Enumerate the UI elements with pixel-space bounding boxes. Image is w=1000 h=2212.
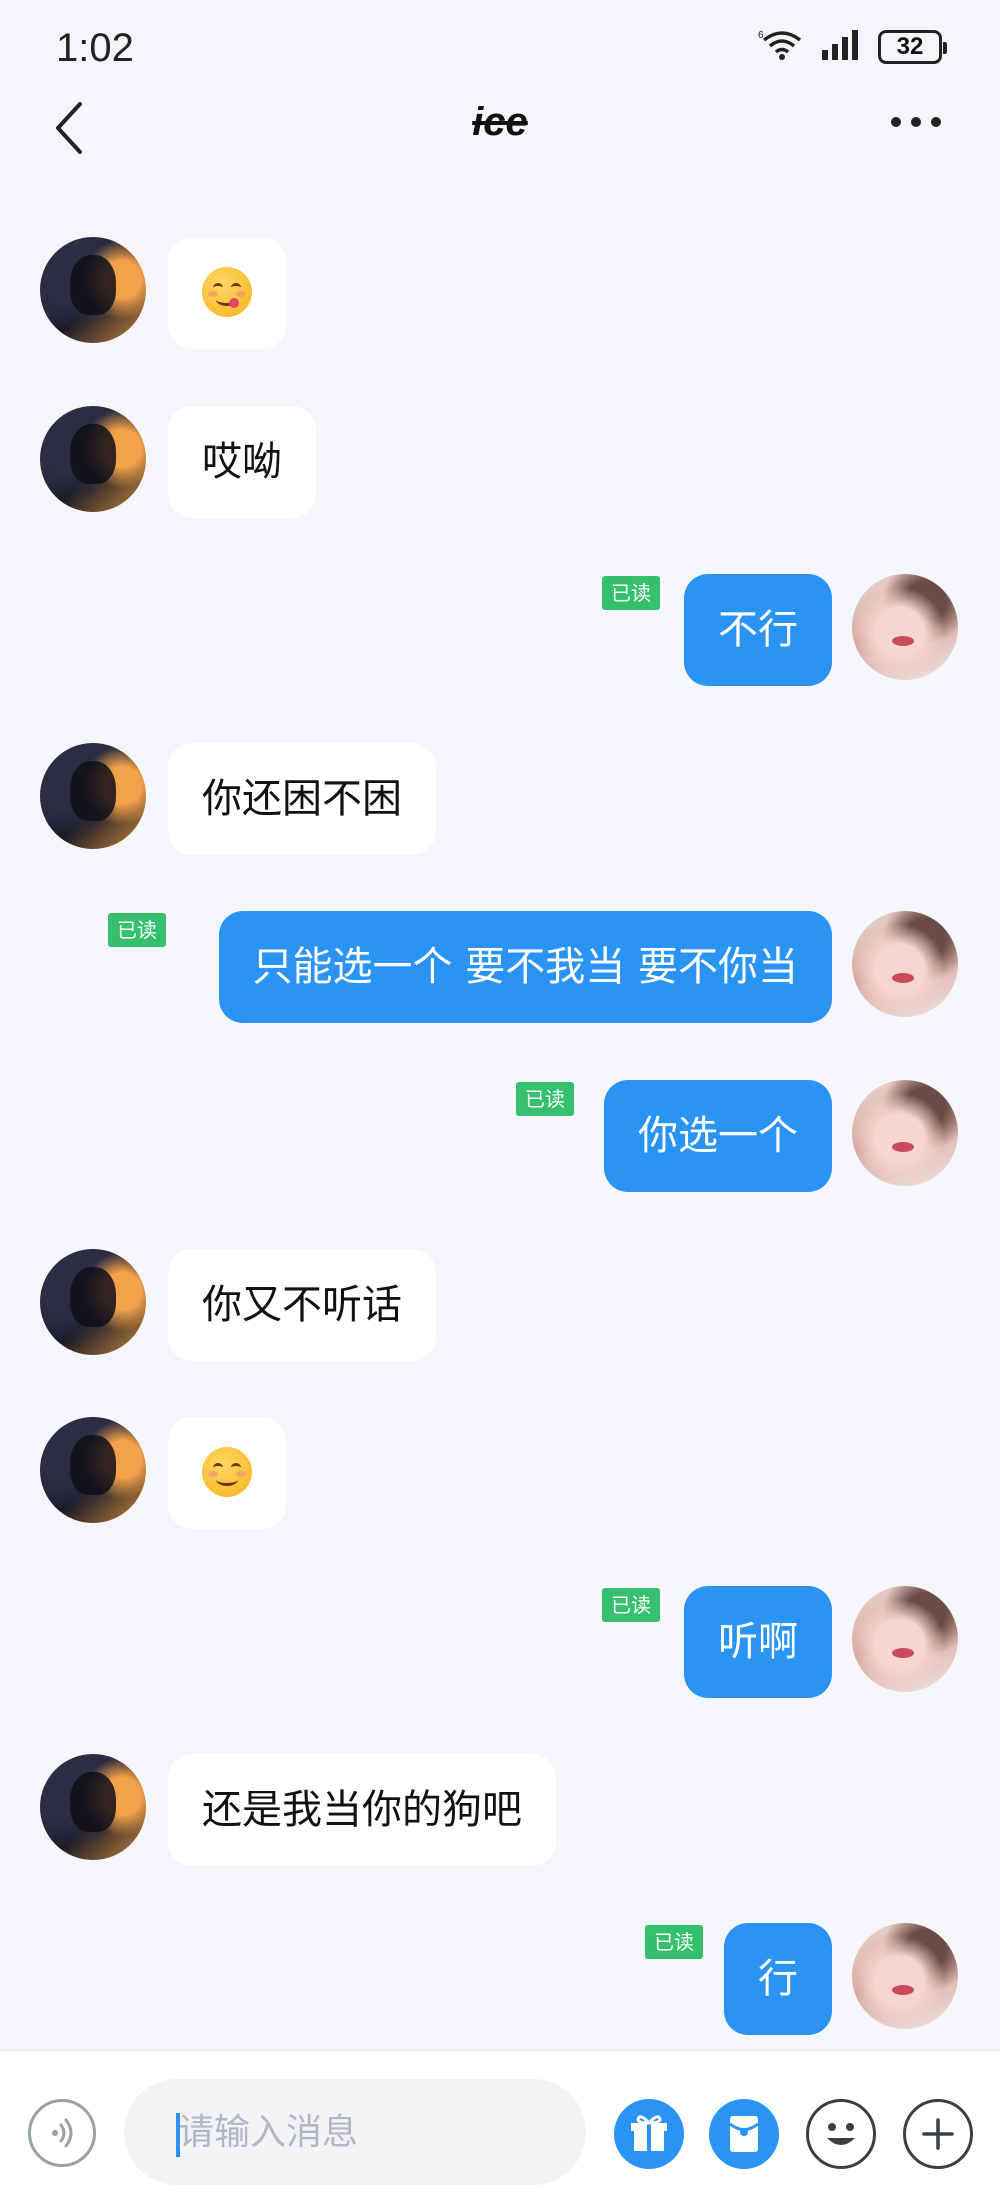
- read-receipt-badge: 已读: [516, 1082, 574, 1116]
- red-packet-button[interactable]: [709, 2099, 779, 2169]
- contact-avatar[interactable]: [40, 406, 146, 512]
- message-bubble[interactable]: [168, 1417, 286, 1529]
- read-receipt-badge: 已读: [602, 576, 660, 610]
- message-row-received: [0, 1417, 1000, 1529]
- message-bubble[interactable]: 哎呦: [168, 406, 316, 518]
- my-avatar[interactable]: [852, 574, 958, 680]
- message-bubble[interactable]: 行: [724, 1923, 832, 2035]
- yum-face-emoji-icon: [202, 267, 252, 317]
- plus-icon: [922, 2118, 954, 2150]
- emoji-button[interactable]: [806, 2099, 876, 2169]
- read-receipt-badge: 已读: [645, 1925, 703, 1959]
- battery-icon: 32: [878, 30, 947, 64]
- status-bar: 1:02 6 32: [0, 0, 1000, 100]
- message-row-received: 还是我当你的狗吧: [0, 1754, 1000, 1866]
- my-avatar[interactable]: [852, 1923, 958, 2029]
- smiling-face-emoji-icon: [202, 1447, 252, 1497]
- red-packet-icon: [729, 2116, 759, 2152]
- message-row-received: [0, 237, 1000, 349]
- read-receipt-badge: 已读: [602, 1588, 660, 1622]
- message-row-received: 你还困不困: [0, 743, 1000, 855]
- message-row-sent: 已读 你选一个: [0, 1080, 1000, 1192]
- message-bubble[interactable]: [168, 237, 286, 349]
- contact-avatar[interactable]: [40, 743, 146, 849]
- signal-icon: [820, 28, 864, 66]
- message-bubble[interactable]: 听啊: [684, 1586, 832, 1698]
- chat-title: ice: [472, 100, 528, 144]
- message-bubble[interactable]: 你又不听话: [168, 1249, 436, 1361]
- more-button[interactable]: [888, 112, 944, 132]
- text-cursor: [176, 2113, 180, 2157]
- svg-text:6: 6: [758, 30, 764, 41]
- message-bubble[interactable]: 还是我当你的狗吧: [168, 1754, 556, 1866]
- message-row-received: 你又不听话: [0, 1249, 1000, 1361]
- battery-level: 32: [896, 33, 924, 60]
- message-row-sent: 已读 不行: [0, 574, 1000, 686]
- more-actions-button[interactable]: [903, 2099, 973, 2169]
- input-bar: [0, 2050, 1000, 2212]
- chat-header: ice: [0, 100, 1000, 250]
- message-input[interactable]: [124, 2079, 586, 2185]
- gift-button[interactable]: [614, 2099, 684, 2169]
- contact-avatar[interactable]: [40, 1249, 146, 1355]
- read-receipt-badge: 已读: [108, 913, 166, 947]
- contact-avatar[interactable]: [40, 237, 146, 343]
- message-row-received: 哎呦: [0, 406, 1000, 518]
- voice-button[interactable]: [28, 2099, 96, 2167]
- message-bubble[interactable]: 你选一个: [604, 1080, 832, 1192]
- message-row-sent: 已读 只能选一个 要不我当 要不你当: [0, 911, 1000, 1023]
- wifi-icon: 6: [758, 28, 806, 66]
- message-bubble[interactable]: 你还困不困: [168, 743, 436, 855]
- status-icons: 6 32: [758, 28, 947, 66]
- my-avatar[interactable]: [852, 911, 958, 1017]
- my-avatar[interactable]: [852, 1080, 958, 1186]
- my-avatar[interactable]: [852, 1586, 958, 1692]
- message-bubble[interactable]: 只能选一个 要不我当 要不你当: [218, 911, 832, 1023]
- voice-icon: [52, 2118, 73, 2148]
- smiley-icon: [827, 2123, 855, 2145]
- contact-avatar[interactable]: [40, 1417, 146, 1523]
- contact-avatar[interactable]: [40, 1754, 146, 1860]
- more-dots-icon: [891, 117, 941, 127]
- status-time: 1:02: [56, 26, 134, 70]
- message-row-sent: 已读 听啊: [0, 1586, 1000, 1698]
- message-row-sent: 已读 行: [0, 1923, 1000, 2035]
- message-bubble[interactable]: 不行: [684, 574, 832, 686]
- gift-icon: [631, 2115, 667, 2151]
